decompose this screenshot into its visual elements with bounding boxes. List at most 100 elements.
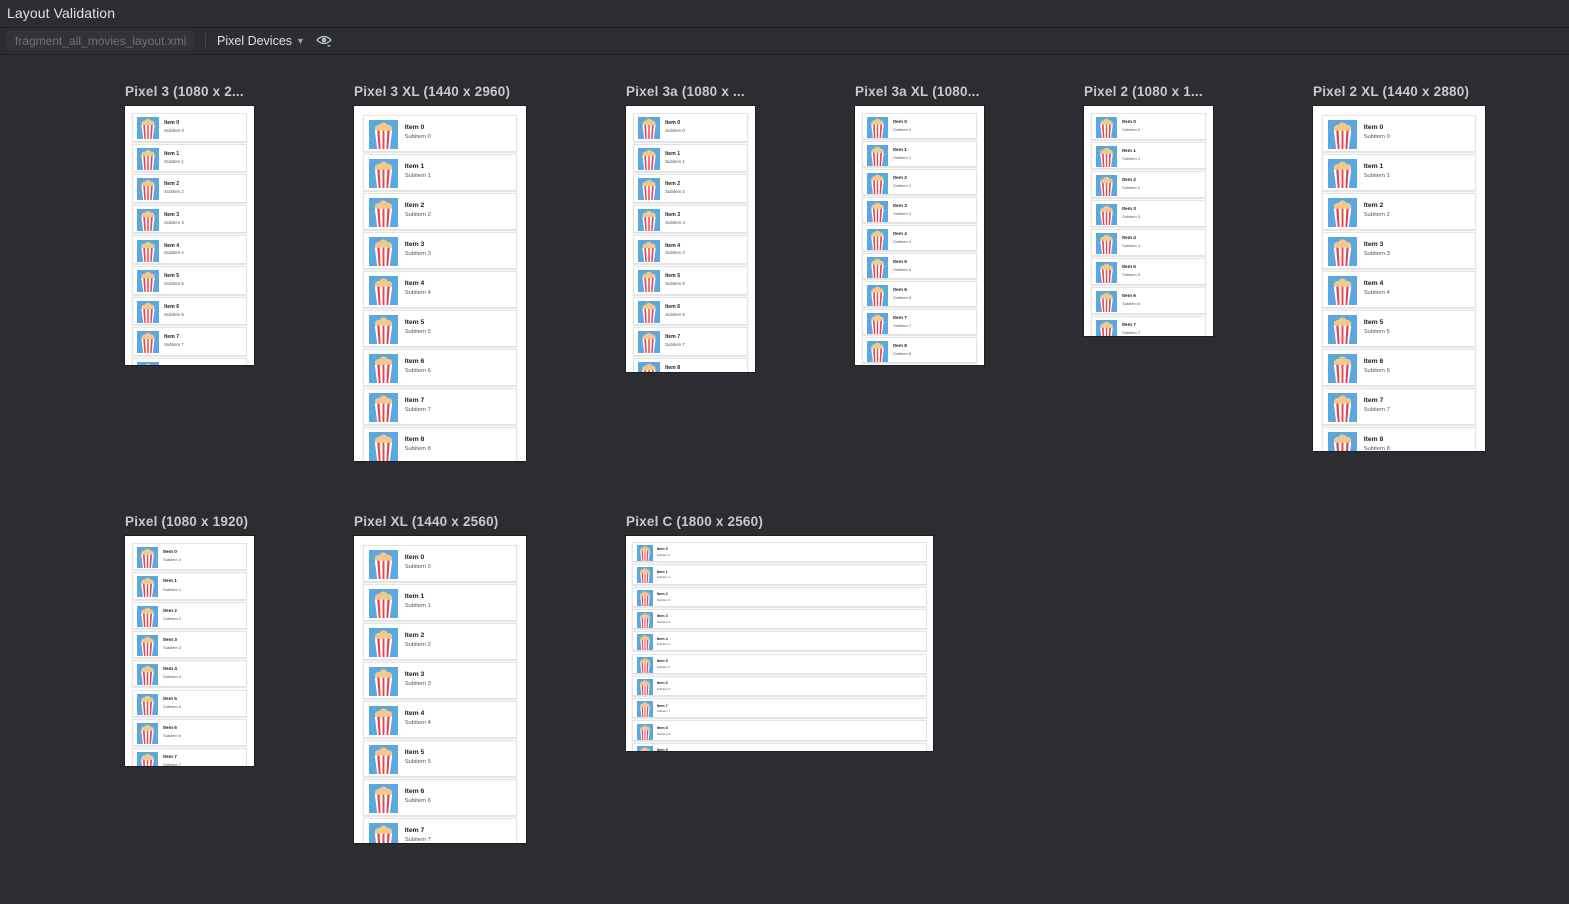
list-item[interactable]: Item 2 Subitem 2 [1322,193,1476,230]
list-item[interactable]: Item 1 Subitem 1 [633,143,748,173]
list-item[interactable]: Item 5 Subitem 5 [862,253,977,279]
list-item[interactable]: Item 0 Subitem 0 [132,113,247,142]
device-screen[interactable]: Item 0 Subitem 0 Item 1 Subitem 1 Item 2 Subi… [855,106,984,365]
list-item[interactable]: Item 0 Subitem 0 [862,113,977,139]
list-item[interactable]: Item 3 Subitem 3 [633,204,748,234]
list-item[interactable]: Item 1 Subitem 1 [632,564,927,585]
item-subtitle: Subitem 2 [656,597,671,602]
list-item[interactable]: Item 5 Subitem 5 [132,266,247,295]
list-item[interactable]: Item 4 Subitem 4 [862,225,977,251]
list-item[interactable]: Item 7 Subitem 7 [862,309,977,335]
list-item[interactable]: Item 0 Subitem 0 [1322,115,1476,152]
list-item[interactable]: Item 5 Subitem 5 [132,689,247,717]
item-title: Item 4 [1363,280,1384,288]
list-item[interactable]: Item 7 Subitem 7 [1091,316,1206,336]
list-item[interactable]: Item 4 Subitem 4 [363,701,517,738]
list-item[interactable]: Item 3 Subitem 3 [132,630,247,659]
list-item[interactable]: Item 4 Subitem 4 [132,660,247,688]
list-item[interactable]: Item 0 Subitem 0 [363,115,517,152]
list-item[interactable]: Item 3 Subitem 3 [132,204,247,234]
list-item[interactable]: Item 2 Subitem 2 [363,193,517,230]
item-title: Item 3 [665,212,681,219]
list-item[interactable]: Item 5 Subitem 5 [1091,258,1206,285]
chevron-down-icon: ▼ [296,36,305,46]
list-item[interactable]: Item 2 Subitem 2 [633,174,748,203]
device-screen[interactable]: Item 0 Subitem 0 Item 1 Subitem 1 Item 2 Subi… [354,536,526,843]
list-item[interactable]: Item 4 Subitem 4 [132,235,247,264]
list-item[interactable]: Item 5 Subitem 5 [632,653,927,674]
list-item[interactable]: Item 6 Subitem 6 [132,296,247,326]
list-item[interactable]: Item 6 Subitem 6 [1322,349,1476,386]
list-item[interactable]: Item 2 Subitem 2 [632,586,927,607]
list-item[interactable]: Item 5 Subitem 5 [633,266,748,295]
list-item[interactable] [132,357,247,365]
list-item[interactable]: Item 1 Subitem 1 [862,141,977,167]
list-item[interactable]: Item 7 Subitem 7 [632,698,927,719]
list-item[interactable]: Item 2 Subitem 2 [363,623,517,660]
list-item[interactable]: Item 7 Subitem 7 [1322,388,1476,425]
list-item[interactable]: Item 8 [633,357,748,372]
list-item[interactable]: Item 3 Subitem 3 [1322,232,1476,269]
list-item[interactable]: Item 6 Subitem 6 [363,349,517,386]
device-screen[interactable]: Item 0 Subitem 0 Item 1 Subitem 1 Item 2 Subi… [626,106,755,372]
list-item[interactable]: Item 4 Subitem 4 [633,235,748,264]
list-item[interactable]: Item 7 Subitem 7 [363,388,517,425]
list-item[interactable]: Item 0 Subitem 0 [363,545,517,582]
item-subtitle: Subitem 1 [665,158,685,164]
list-item[interactable]: Item 3 Subitem 3 [862,197,977,223]
list-item[interactable]: Item 8 Subitem 8 [632,720,927,741]
list-item[interactable]: Item 1 Subitem 1 [363,154,517,191]
device-screen[interactable]: Item 0 Subitem 0 Item 1 Subitem 1 Item 2 Subi… [1084,106,1213,336]
list-item[interactable]: Item 6 Subitem 6 [633,296,748,326]
item-subtitle: Subitem 1 [1363,173,1390,180]
device-screen[interactable]: Item 0 Subitem 0 Item 1 Subitem 1 Item 2 Subi… [1313,106,1485,451]
list-item[interactable]: Item 2 Subitem 2 [862,169,977,195]
list-item[interactable]: Item 6 Subitem 6 [132,718,247,747]
list-item[interactable]: Item 0 Subitem 0 [132,543,247,571]
list-item[interactable]: Item 0 Subitem 0 [633,113,748,142]
list-item[interactable]: Item 9 [632,742,927,751]
list-item[interactable]: Item 8 Subitem 8 [363,427,517,461]
list-item[interactable]: Item 3 Subitem 3 [363,662,517,699]
list-item[interactable]: Item 6 Subitem 6 [862,281,977,307]
list-item[interactable]: Item 6 Subitem 6 [1091,287,1206,314]
list-item[interactable]: Item 7 Subitem 7 [132,327,247,356]
list-item[interactable]: Item 3 Subitem 3 [1091,200,1206,227]
list-item[interactable]: Item 3 Subitem 3 [632,608,927,630]
list-item[interactable]: Item 4 Subitem 4 [1322,271,1476,308]
list-item[interactable]: Item 1 Subitem 1 [132,572,247,600]
list-item[interactable]: Item 7 Subitem 7 [363,818,517,843]
device-screen[interactable]: Item 0 Subitem 0 Item 1 Subitem 1 Item 2 Subi… [125,536,254,766]
list-item[interactable]: Item 0 Subitem 0 [632,542,927,563]
device-group-dropdown[interactable]: Pixel Devices ▼ [217,31,305,51]
list-item[interactable]: Item 3 Subitem 3 [363,232,517,269]
list-item[interactable]: Item 4 Subitem 4 [363,271,517,308]
list-item[interactable]: Item 1 Subitem 1 [363,584,517,621]
device-screen[interactable]: Item 0 Subitem 0 Item 1 Subitem 1 Item 2 Subi… [125,106,254,365]
list-item[interactable]: Item 5 Subitem 5 [363,740,517,777]
list-item[interactable]: Item 8 Subitem 8 [862,337,977,363]
list-item[interactable]: Item 7 Subitem 7 [132,748,247,766]
list-item[interactable]: Item 1 Subitem 1 [1091,142,1206,169]
item-subtitle: Subitem 6 [404,368,431,375]
device-screen[interactable]: Item 0 Subitem 0 Item 1 Subitem 1 Item 2 Subi… [354,106,526,461]
list-item[interactable]: Item 6 Subitem 6 [363,779,517,816]
list-item[interactable]: Item 2 Subitem 2 [132,174,247,203]
list-item[interactable]: Item 5 Subitem 5 [1322,310,1476,347]
list-item[interactable]: Item 8 Subitem 8 [1322,427,1476,451]
list-item[interactable]: Item 6 Subitem 6 [632,675,927,697]
device-screen[interactable]: Item 0 Subitem 0 Item 1 Subitem 1 Item 2 Subi… [626,536,933,751]
list-item[interactable]: Item 2 Subitem 2 [1091,171,1206,198]
item-title: Item 3 [1122,206,1136,212]
list-item[interactable]: Item 2 Subitem 2 [132,601,247,629]
list-item[interactable]: Item 5 Subitem 5 [363,310,517,347]
list-item[interactable]: Item 1 Subitem 1 [132,143,247,173]
list-item[interactable]: Item 4 Subitem 4 [1091,229,1206,256]
list-item[interactable]: Item 1 Subitem 1 [1322,154,1476,191]
list-item[interactable]: Item 7 Subitem 7 [633,327,748,356]
list-item[interactable]: Item 0 Subitem 0 [1091,113,1206,140]
file-name-field[interactable]: fragment_all_movies_layout.xml [7,31,195,51]
eye-icon[interactable] [316,34,332,48]
list-item[interactable]: Item 4 Subitem 4 [632,631,927,652]
item-title: Item 0 [163,550,177,555]
